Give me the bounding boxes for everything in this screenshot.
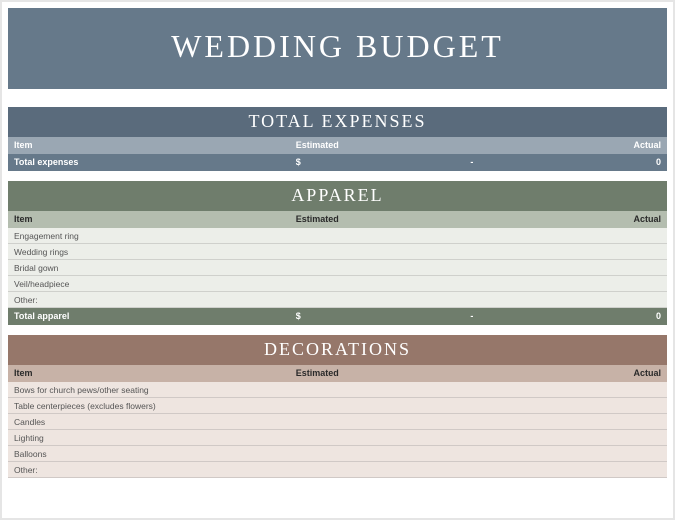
cell [286, 465, 474, 475]
total-expenses-currency: $ [286, 157, 331, 167]
col-header-estimated: Estimated [286, 368, 474, 378]
table-row: Bows for church pews/other seating [8, 382, 667, 398]
col-header-estimated: Estimated [286, 214, 474, 224]
cell [473, 279, 661, 289]
cell [286, 449, 474, 459]
deco-item-0: Bows for church pews/other seating [14, 385, 286, 395]
section-decorations: DECORATIONS Item Estimated Actual Bows f… [8, 335, 667, 478]
cell [473, 231, 661, 241]
total-apparel-label: Total apparel [14, 311, 286, 321]
col-header-actual: Actual [473, 140, 661, 150]
cell [286, 263, 474, 273]
deco-item-2: Candles [14, 417, 286, 427]
cell [473, 247, 661, 257]
table-row: Balloons [8, 446, 667, 462]
column-header-row: Item Estimated Actual [8, 211, 667, 228]
table-row: Table centerpieces (excludes flowers) [8, 398, 667, 414]
total-expenses-row: Total expenses $ - 0 [8, 154, 667, 171]
table-row: Other: [8, 292, 667, 308]
col-header-actual: Actual [473, 214, 661, 224]
cell [286, 385, 474, 395]
deco-item-1: Table centerpieces (excludes flowers) [14, 401, 286, 411]
column-header-row: Item Estimated Actual [8, 365, 667, 382]
section-total-expenses: TOTAL EXPENSES Item Estimated Actual Tot… [8, 107, 667, 171]
column-header-row: Item Estimated Actual [8, 137, 667, 154]
cell [473, 401, 661, 411]
cell [473, 385, 661, 395]
cell [473, 295, 661, 305]
section-header-total-expenses: TOTAL EXPENSES [8, 107, 667, 137]
deco-item-4: Balloons [14, 449, 286, 459]
total-apparel-actual: 0 [473, 311, 661, 321]
cell [473, 433, 661, 443]
table-row: Lighting [8, 430, 667, 446]
total-expenses-actual: 0 [473, 157, 661, 167]
total-apparel-row: Total apparel $ - 0 [8, 308, 667, 325]
table-row: Other: [8, 462, 667, 478]
total-apparel-estimated: - [331, 311, 473, 321]
cell [286, 295, 474, 305]
page: WEDDING BUDGET TOTAL EXPENSES Item Estim… [0, 0, 675, 520]
deco-item-3: Lighting [14, 433, 286, 443]
apparel-item-0: Engagement ring [14, 231, 286, 241]
apparel-item-3: Veil/headpiece [14, 279, 286, 289]
section-apparel: APPAREL Item Estimated Actual Engagement… [8, 181, 667, 325]
cell [473, 263, 661, 273]
cell [286, 247, 474, 257]
cell [286, 417, 474, 427]
deco-item-5: Other: [14, 465, 286, 475]
total-expenses-estimated: - [331, 157, 473, 167]
spacer [8, 171, 667, 181]
col-header-estimated: Estimated [286, 140, 474, 150]
spacer [8, 325, 667, 335]
spacer [8, 89, 667, 107]
apparel-item-4: Other: [14, 295, 286, 305]
total-expenses-label: Total expenses [14, 157, 286, 167]
col-header-item: Item [14, 368, 286, 378]
table-row: Candles [8, 414, 667, 430]
cell [286, 279, 474, 289]
apparel-item-2: Bridal gown [14, 263, 286, 273]
table-row: Wedding rings [8, 244, 667, 260]
total-apparel-currency: $ [286, 311, 331, 321]
table-row: Engagement ring [8, 228, 667, 244]
cell [473, 417, 661, 427]
cell [286, 401, 474, 411]
col-header-actual: Actual [473, 368, 661, 378]
table-row: Veil/headpiece [8, 276, 667, 292]
section-header-decorations: DECORATIONS [8, 335, 667, 365]
table-row: Bridal gown [8, 260, 667, 276]
apparel-item-1: Wedding rings [14, 247, 286, 257]
col-header-item: Item [14, 140, 286, 150]
cell [473, 465, 661, 475]
cell [473, 449, 661, 459]
cell [286, 433, 474, 443]
cell [286, 231, 474, 241]
section-header-apparel: APPAREL [8, 181, 667, 211]
page-title: WEDDING BUDGET [8, 8, 667, 89]
col-header-item: Item [14, 214, 286, 224]
